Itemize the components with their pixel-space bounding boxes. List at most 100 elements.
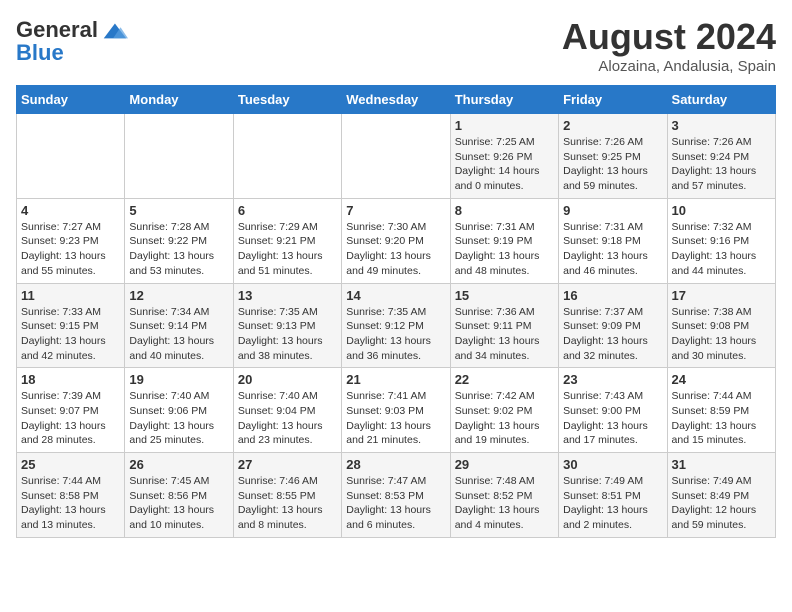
day-info: Sunrise: 7:26 AM Sunset: 9:24 PM Dayligh… (672, 135, 771, 194)
calendar-cell: 28Sunrise: 7:47 AM Sunset: 8:53 PM Dayli… (342, 453, 450, 538)
calendar-cell: 29Sunrise: 7:48 AM Sunset: 8:52 PM Dayli… (450, 453, 558, 538)
calendar-cell (125, 114, 233, 199)
calendar-cell: 19Sunrise: 7:40 AM Sunset: 9:06 PM Dayli… (125, 368, 233, 453)
day-number: 4 (21, 203, 120, 218)
day-header-saturday: Saturday (667, 86, 775, 114)
title-area: August 2024 Alozaina, Andalusia, Spain (562, 16, 776, 75)
day-info: Sunrise: 7:45 AM Sunset: 8:56 PM Dayligh… (129, 474, 228, 533)
day-info: Sunrise: 7:31 AM Sunset: 9:18 PM Dayligh… (563, 220, 662, 279)
month-title: August 2024 (562, 16, 776, 58)
day-number: 6 (238, 203, 337, 218)
calendar-cell: 11 Sunrise: 7:33 AM Sunset: 9:15 PM Dayli… (17, 283, 125, 368)
day-info: Sunrise: 7:29 AM Sunset: 9:21 PM Dayligh… (238, 220, 337, 279)
day-info: Sunrise: 7:39 AM Sunset: 9:07 PM Dayligh… (21, 389, 120, 448)
day-number: 25 (21, 457, 120, 472)
day-number: 5 (129, 203, 228, 218)
day-header-wednesday: Wednesday (342, 86, 450, 114)
calendar-cell (17, 114, 125, 199)
calendar-cell: 13 Sunrise: 7:35 AM Sunset: 9:13 PM Dayli… (233, 283, 341, 368)
day-number: 18 (21, 372, 120, 387)
week-row-1: 1 Sunrise: 7:25 AM Sunset: 9:26 PM Daylig… (17, 114, 776, 199)
day-number: 13 (238, 288, 337, 303)
calendar-cell: 26 Sunrise: 7:45 AM Sunset: 8:56 PM Dayli… (125, 453, 233, 538)
calendar-cell: 8 Sunrise: 7:31 AM Sunset: 9:19 PM Daylig… (450, 198, 558, 283)
calendar-cell: 6 Sunrise: 7:29 AM Sunset: 9:21 PM Daylig… (233, 198, 341, 283)
day-number: 19 (129, 372, 228, 387)
day-info: Sunrise: 7:37 AM Sunset: 9:09 PM Dayligh… (563, 305, 662, 364)
day-info: Sunrise: 7:25 AM Sunset: 9:26 PM Dayligh… (455, 135, 554, 194)
day-header-friday: Friday (559, 86, 667, 114)
logo-general: General (16, 17, 98, 42)
day-number: 7 (346, 203, 445, 218)
week-row-4: 18 Sunrise: 7:39 AM Sunset: 9:07 PM Dayli… (17, 368, 776, 453)
day-number: 28 (346, 457, 445, 472)
day-number: 3 (672, 118, 771, 133)
day-info: Sunrise: 7:38 AM Sunset: 9:08 PM Dayligh… (672, 305, 771, 364)
calendar-cell: 22Sunrise: 7:42 AM Sunset: 9:02 PM Dayli… (450, 368, 558, 453)
logo-icon (100, 16, 128, 44)
day-number: 31 (672, 457, 771, 472)
day-number: 11 (21, 288, 120, 303)
calendar-cell: 17 Sunrise: 7:38 AM Sunset: 9:08 PM Dayli… (667, 283, 775, 368)
day-number: 12 (129, 288, 228, 303)
day-info: Sunrise: 7:31 AM Sunset: 9:19 PM Dayligh… (455, 220, 554, 279)
day-number: 1 (455, 118, 554, 133)
week-row-2: 4Sunrise: 7:27 AM Sunset: 9:23 PM Daylig… (17, 198, 776, 283)
calendar-cell: 23 Sunrise: 7:43 AM Sunset: 9:00 PM Dayli… (559, 368, 667, 453)
day-number: 24 (672, 372, 771, 387)
day-number: 23 (563, 372, 662, 387)
day-info: Sunrise: 7:44 AM Sunset: 8:58 PM Dayligh… (21, 474, 120, 533)
day-number: 2 (563, 118, 662, 133)
calendar-cell: 16Sunrise: 7:37 AM Sunset: 9:09 PM Dayli… (559, 283, 667, 368)
day-number: 30 (563, 457, 662, 472)
calendar-cell: 18 Sunrise: 7:39 AM Sunset: 9:07 PM Dayli… (17, 368, 125, 453)
day-number: 10 (672, 203, 771, 218)
calendar-cell: 5 Sunrise: 7:28 AM Sunset: 9:22 PM Daylig… (125, 198, 233, 283)
calendar-cell: 25 Sunrise: 7:44 AM Sunset: 8:58 PM Dayli… (17, 453, 125, 538)
day-number: 8 (455, 203, 554, 218)
day-info: Sunrise: 7:35 AM Sunset: 9:13 PM Dayligh… (238, 305, 337, 364)
day-number: 14 (346, 288, 445, 303)
calendar-cell: 14 Sunrise: 7:35 AM Sunset: 9:12 PM Dayli… (342, 283, 450, 368)
day-number: 21 (346, 372, 445, 387)
logo-text: General (16, 18, 98, 42)
day-info: Sunrise: 7:30 AM Sunset: 9:20 PM Dayligh… (346, 220, 445, 279)
calendar-cell: 4Sunrise: 7:27 AM Sunset: 9:23 PM Daylig… (17, 198, 125, 283)
location-subtitle: Alozaina, Andalusia, Spain (562, 58, 776, 75)
calendar-cell: 31 Sunrise: 7:49 AM Sunset: 8:49 PM Dayli… (667, 453, 775, 538)
day-number: 15 (455, 288, 554, 303)
day-info: Sunrise: 7:33 AM Sunset: 9:15 PM Dayligh… (21, 305, 120, 364)
day-info: Sunrise: 7:34 AM Sunset: 9:14 PM Dayligh… (129, 305, 228, 364)
day-number: 9 (563, 203, 662, 218)
calendar-cell (342, 114, 450, 199)
day-number: 26 (129, 457, 228, 472)
day-number: 17 (672, 288, 771, 303)
calendar-header-row: SundayMondayTuesdayWednesdayThursdayFrid… (17, 86, 776, 114)
calendar-cell: 7 Sunrise: 7:30 AM Sunset: 9:20 PM Daylig… (342, 198, 450, 283)
calendar-cell: 2 Sunrise: 7:26 AM Sunset: 9:25 PM Daylig… (559, 114, 667, 199)
day-info: Sunrise: 7:36 AM Sunset: 9:11 PM Dayligh… (455, 305, 554, 364)
week-row-3: 11 Sunrise: 7:33 AM Sunset: 9:15 PM Dayli… (17, 283, 776, 368)
calendar-cell: 9 Sunrise: 7:31 AM Sunset: 9:18 PM Daylig… (559, 198, 667, 283)
day-info: Sunrise: 7:26 AM Sunset: 9:25 PM Dayligh… (563, 135, 662, 194)
day-info: Sunrise: 7:46 AM Sunset: 8:55 PM Dayligh… (238, 474, 337, 533)
calendar-cell: 30Sunrise: 7:49 AM Sunset: 8:51 PM Dayli… (559, 453, 667, 538)
day-info: Sunrise: 7:40 AM Sunset: 9:04 PM Dayligh… (238, 389, 337, 448)
calendar-cell (233, 114, 341, 199)
day-info: Sunrise: 7:43 AM Sunset: 9:00 PM Dayligh… (563, 389, 662, 448)
calendar-cell: 15 Sunrise: 7:36 AM Sunset: 9:11 PM Dayli… (450, 283, 558, 368)
calendar-cell: 20 Sunrise: 7:40 AM Sunset: 9:04 PM Dayli… (233, 368, 341, 453)
day-info: Sunrise: 7:35 AM Sunset: 9:12 PM Dayligh… (346, 305, 445, 364)
day-info: Sunrise: 7:48 AM Sunset: 8:52 PM Dayligh… (455, 474, 554, 533)
day-number: 20 (238, 372, 337, 387)
day-header-monday: Monday (125, 86, 233, 114)
day-info: Sunrise: 7:44 AM Sunset: 8:59 PM Dayligh… (672, 389, 771, 448)
week-row-5: 25 Sunrise: 7:44 AM Sunset: 8:58 PM Dayli… (17, 453, 776, 538)
calendar-cell: 1 Sunrise: 7:25 AM Sunset: 9:26 PM Daylig… (450, 114, 558, 199)
calendar-cell: 10Sunrise: 7:32 AM Sunset: 9:16 PM Dayli… (667, 198, 775, 283)
day-header-tuesday: Tuesday (233, 86, 341, 114)
day-info: Sunrise: 7:28 AM Sunset: 9:22 PM Dayligh… (129, 220, 228, 279)
day-number: 22 (455, 372, 554, 387)
calendar-cell: 21Sunrise: 7:41 AM Sunset: 9:03 PM Dayli… (342, 368, 450, 453)
day-info: Sunrise: 7:49 AM Sunset: 8:49 PM Dayligh… (672, 474, 771, 533)
